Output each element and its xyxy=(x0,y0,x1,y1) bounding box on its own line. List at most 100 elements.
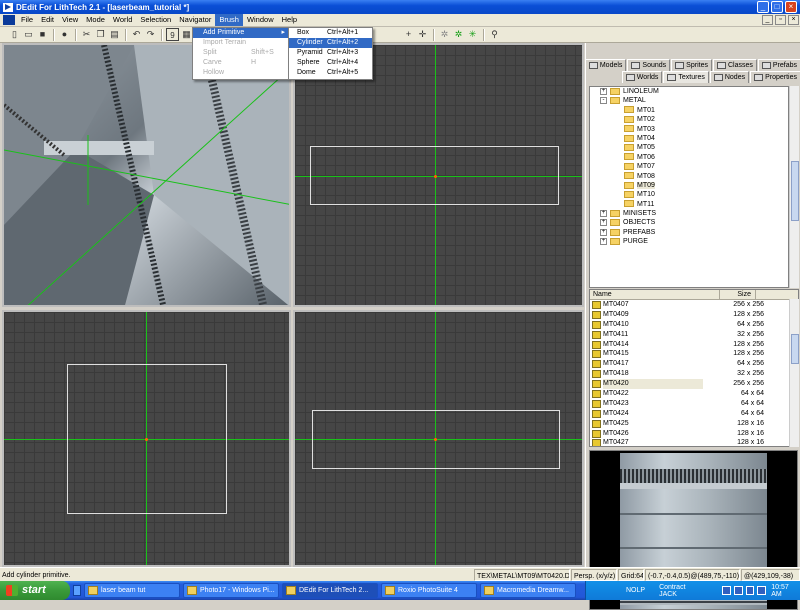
texture-row[interactable]: MT0418 32 x 256 xyxy=(590,369,798,379)
info-icon[interactable]: ⚲ xyxy=(488,28,501,41)
expand-toggle-icon[interactable]: - xyxy=(600,97,607,105)
tray-icon[interactable] xyxy=(745,586,755,595)
menu-split[interactable]: Split Shift+S xyxy=(193,48,288,58)
close-button[interactable]: × xyxy=(785,1,797,13)
mdi-minimize-button[interactable]: _ xyxy=(762,15,773,25)
texture-row[interactable]: MT0427 128 x 16 xyxy=(590,438,798,446)
tab-models[interactable]: Models xyxy=(584,59,627,71)
new-icon[interactable]: ▯ xyxy=(8,28,21,41)
brush-handle[interactable] xyxy=(434,175,437,178)
perspective-viewport[interactable] xyxy=(2,43,291,307)
tree-item[interactable]: MT07 xyxy=(590,162,788,171)
tree-item[interactable]: MT11 xyxy=(590,200,788,209)
menu-navigator[interactable]: Navigator xyxy=(175,14,215,26)
top-viewport[interactable] xyxy=(293,43,584,307)
menu-dome[interactable]: Dome Ctrl+Alt+5 xyxy=(289,68,372,78)
tree-item[interactable]: - METAL xyxy=(590,96,788,105)
texture-row[interactable]: MT0420 256 x 256 xyxy=(590,379,798,390)
tab-prefabs[interactable]: Prefabs xyxy=(757,59,800,71)
menu-world[interactable]: World xyxy=(109,14,136,26)
menu-add-primitive[interactable]: Add Primitive ▸ xyxy=(193,28,288,38)
menu-sphere[interactable]: Sphere Ctrl+Alt+4 xyxy=(289,58,372,68)
expand-toggle-icon[interactable]: + xyxy=(600,88,607,95)
task-photo17[interactable]: Photo17 - Windows Pi... xyxy=(183,583,279,598)
tree-item[interactable]: MT09 xyxy=(590,181,788,190)
maximize-button[interactable]: □ xyxy=(771,1,783,13)
tree-item[interactable]: MT10 xyxy=(590,190,788,199)
tree-item[interactable]: MT02 xyxy=(590,115,788,124)
tree-item[interactable]: + PURGE xyxy=(590,237,788,246)
menu-cylinder[interactable]: Cylinder Ctrl+Alt+2 xyxy=(289,38,372,48)
minimize-button[interactable]: _ xyxy=(757,1,769,13)
paste-icon[interactable]: ▤ xyxy=(108,28,121,41)
undo-icon[interactable]: ↶ xyxy=(130,28,143,41)
texture-row[interactable]: MT0424 64 x 64 xyxy=(590,409,798,419)
tray-icon[interactable] xyxy=(733,586,743,595)
side-viewport[interactable] xyxy=(293,310,584,567)
menu-hollow[interactable]: Hollow xyxy=(193,68,288,78)
tree-item[interactable]: + OBJECTS xyxy=(590,218,788,227)
task-dedit[interactable]: DEdit For LithTech 2... xyxy=(282,583,378,598)
run-icon[interactable]: ● xyxy=(58,28,71,41)
tab-sprites[interactable]: Sprites xyxy=(671,59,712,71)
mdi-restore-button[interactable]: ▫ xyxy=(775,15,786,25)
menu-import-terrain[interactable]: Import Terrain xyxy=(193,38,288,48)
menu-help[interactable]: Help xyxy=(278,14,301,26)
tab-worlds[interactable]: Worlds xyxy=(621,71,663,83)
zoom-level[interactable]: 9 xyxy=(166,28,179,41)
tray-icon[interactable] xyxy=(757,586,767,595)
texture-row[interactable]: MT0423 64 x 64 xyxy=(590,399,798,409)
task-dreamweaver[interactable]: Macromedia Dreamw... xyxy=(480,583,576,598)
tree-item[interactable]: + LINOLEUM xyxy=(590,87,788,96)
mdi-close-button[interactable]: × xyxy=(788,15,799,25)
copy-icon[interactable]: ❐ xyxy=(94,28,107,41)
tab-classes[interactable]: Classes xyxy=(712,59,757,71)
texture-row[interactable]: MT0407 256 x 256 xyxy=(590,300,798,310)
open-icon[interactable]: ▭ xyxy=(22,28,35,41)
menu-selection[interactable]: Selection xyxy=(136,14,175,26)
menu-window[interactable]: Window xyxy=(243,14,278,26)
menu-pyramid[interactable]: Pyramid Ctrl+Alt+3 xyxy=(289,48,372,58)
scroll-thumb[interactable] xyxy=(791,161,799,221)
texture-row[interactable]: MT0414 128 x 256 xyxy=(590,340,798,350)
menu-edit[interactable]: Edit xyxy=(37,14,58,26)
menu-brush[interactable]: Brush xyxy=(215,14,243,26)
tab-sounds[interactable]: Sounds xyxy=(627,59,671,71)
tree-item[interactable]: MT06 xyxy=(590,153,788,162)
save-icon[interactable]: ■ xyxy=(36,28,49,41)
texture-row[interactable]: MT0422 64 x 64 xyxy=(590,389,798,399)
tree-item[interactable]: MT01 xyxy=(590,106,788,115)
tree-item[interactable]: + PREFABS xyxy=(590,228,788,237)
tree-item[interactable]: MT03 xyxy=(590,125,788,134)
front-viewport[interactable] xyxy=(2,310,291,567)
document-icon[interactable] xyxy=(3,15,15,25)
expand-toggle-icon[interactable]: + xyxy=(600,228,607,236)
brush-handle[interactable] xyxy=(145,438,148,441)
object-icon[interactable]: ✳ xyxy=(466,28,479,41)
move-icon[interactable]: + xyxy=(402,28,415,41)
texture-row[interactable]: MT0410 64 x 256 xyxy=(590,320,798,330)
green-light-icon[interactable]: ✲ xyxy=(452,28,465,41)
tray-icon[interactable] xyxy=(722,586,731,595)
light-icon[interactable]: ✲ xyxy=(438,28,451,41)
start-button[interactable]: start xyxy=(0,581,70,600)
texture-row[interactable]: MT0415 128 x 256 xyxy=(590,349,798,359)
tree-scrollbar[interactable] xyxy=(789,86,799,288)
list-scrollbar[interactable] xyxy=(789,299,799,447)
tab-textures[interactable]: Textures xyxy=(663,71,709,83)
menu-carve[interactable]: Carve H xyxy=(193,58,288,68)
task-laser-beam-tut[interactable]: laser beam tut xyxy=(84,583,180,598)
scroll-thumb[interactable] xyxy=(791,334,799,364)
tree-item[interactable]: MT04 xyxy=(590,134,788,143)
expand-toggle-icon[interactable]: + xyxy=(600,219,607,227)
brush-handle[interactable] xyxy=(434,438,437,441)
menu-file[interactable]: File xyxy=(17,14,37,26)
texture-row[interactable]: MT0426 128 x 16 xyxy=(590,429,798,439)
tree-item[interactable]: + MINISETS xyxy=(590,209,788,218)
tree-item[interactable]: MT08 xyxy=(590,172,788,181)
menu-view[interactable]: View xyxy=(58,14,82,26)
menu-mode[interactable]: Mode xyxy=(82,14,109,26)
texture-row[interactable]: MT0411 32 x 256 xyxy=(590,330,798,340)
texture-row[interactable]: MT0409 128 x 256 xyxy=(590,310,798,320)
expand-toggle-icon[interactable]: + xyxy=(600,210,607,218)
